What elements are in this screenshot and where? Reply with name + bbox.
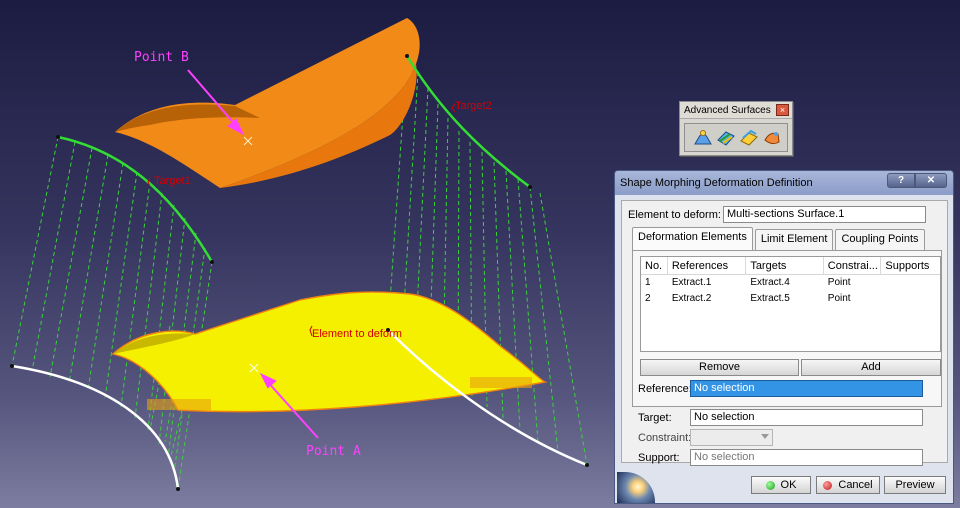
wrap-curve-icon[interactable]: [716, 128, 736, 148]
dialog-titlebar[interactable]: Shape Morphing Deformation Definition ? …: [615, 171, 953, 195]
tab-coupling-points[interactable]: Coupling Points: [835, 229, 925, 250]
reference-field[interactable]: No selection: [690, 380, 923, 397]
element-to-deform-label: Element to deform:: [628, 208, 721, 221]
close-icon[interactable]: ×: [776, 104, 789, 116]
col-header-references[interactable]: References: [668, 257, 747, 274]
col-header-constraint[interactable]: Constrai...: [824, 257, 882, 274]
chevron-down-icon: [761, 434, 769, 439]
ok-button[interactable]: OK: [751, 476, 811, 494]
ok-icon: [765, 480, 775, 490]
target2-curve[interactable]: [405, 55, 531, 189]
dialog-title: Shape Morphing Deformation Definition: [620, 177, 813, 189]
toolbar-titlebar[interactable]: Advanced Surfaces ×: [680, 102, 792, 119]
tab-deformation-elements[interactable]: Deformation Elements: [632, 227, 753, 250]
toolbar-title: Advanced Surfaces: [684, 104, 771, 116]
col-header-targets[interactable]: Targets: [746, 257, 824, 274]
cell-target: Extract.4: [750, 277, 790, 288]
point-a-label: Point A: [306, 444, 361, 459]
table-row[interactable]: 1 Extract.1 Extract.4 Point: [641, 275, 940, 291]
cell-support: [881, 275, 940, 291]
add-button[interactable]: Add: [801, 359, 941, 376]
cell-support: [881, 291, 940, 307]
cancel-icon: [823, 480, 833, 490]
remove-button[interactable]: Remove: [640, 359, 799, 376]
reference-label: Reference:: [638, 382, 692, 395]
table-row[interactable]: 2 Extract.2 Extract.5 Point: [641, 291, 940, 307]
target1-label: Target1: [154, 175, 191, 187]
shape-morphing-dialog[interactable]: Shape Morphing Deformation Definition ? …: [614, 170, 954, 504]
dialog-footer: OK Cancel Preview: [615, 468, 953, 503]
shape-morphing-icon[interactable]: [762, 128, 782, 148]
tab-bar: Deformation Elements Limit Element Coupl…: [632, 227, 927, 250]
catia-logo: [617, 472, 655, 503]
right-dashed-guides: [387, 55, 588, 466]
cancel-button[interactable]: Cancel: [816, 476, 880, 494]
cancel-label: Cancel: [838, 479, 873, 491]
support-row: Support: No selection: [638, 449, 923, 466]
tab-limit-element[interactable]: Limit Element: [754, 229, 834, 250]
element-to-deform-label: Element to deform: [312, 328, 402, 340]
advanced-surfaces-toolbar[interactable]: Advanced Surfaces ×: [679, 101, 793, 156]
point-b-label: Point B: [134, 50, 189, 65]
deformation-table[interactable]: No. References Targets Constrai... Suppo…: [640, 256, 941, 352]
deformation-elements-panel: No. References Targets Constrai... Suppo…: [632, 250, 942, 407]
wrap-surface-icon[interactable]: [739, 128, 759, 148]
constraint-label: Constraint:: [638, 431, 692, 444]
cell-reference: Extract.1: [671, 277, 712, 288]
titlebar-buttons: ? ✕: [887, 173, 947, 188]
left-dashed-guides: [11, 136, 213, 490]
table-header: No. References Targets Constrai... Suppo…: [641, 257, 940, 275]
element-to-deform-surface[interactable]: [111, 291, 548, 413]
constraint-row: Constraint:: [638, 429, 773, 446]
col-header-no[interactable]: No.: [641, 257, 668, 274]
target-field[interactable]: No selection: [690, 409, 923, 426]
target-label: Target:: [638, 411, 672, 424]
support-field[interactable]: No selection: [690, 449, 923, 466]
cell-constraint: Point: [827, 277, 851, 288]
cell-target: Extract.5: [750, 293, 790, 304]
preview-button[interactable]: Preview: [884, 476, 946, 494]
reference1-curve[interactable]: [11, 364, 180, 490]
target-row: Target: No selection: [638, 409, 923, 426]
dialog-content: Element to deform: Multi-sections Surfac…: [621, 200, 948, 466]
toolbar-icon-row: [684, 123, 788, 152]
support-label: Support:: [638, 451, 680, 464]
close-button[interactable]: ✕: [915, 173, 947, 188]
element-to-deform-row: Element to deform: Multi-sections Surfac…: [628, 206, 926, 223]
cell-no: 1: [645, 277, 651, 288]
ok-label: OK: [780, 479, 797, 491]
help-button[interactable]: ?: [887, 173, 915, 188]
cell-constraint: Point: [827, 293, 851, 304]
cell-no: 2: [645, 293, 651, 304]
cell-reference: Extract.2: [671, 293, 712, 304]
bump-icon[interactable]: [693, 128, 713, 148]
reference-row: Reference: No selection: [638, 380, 923, 397]
target-surface-orange[interactable]: [115, 18, 420, 188]
col-header-supports[interactable]: Supports: [881, 257, 940, 274]
element-to-deform-field[interactable]: Multi-sections Surface.1: [722, 206, 926, 223]
constraint-dropdown[interactable]: [690, 429, 773, 446]
target2-label: Target2: [455, 100, 492, 112]
